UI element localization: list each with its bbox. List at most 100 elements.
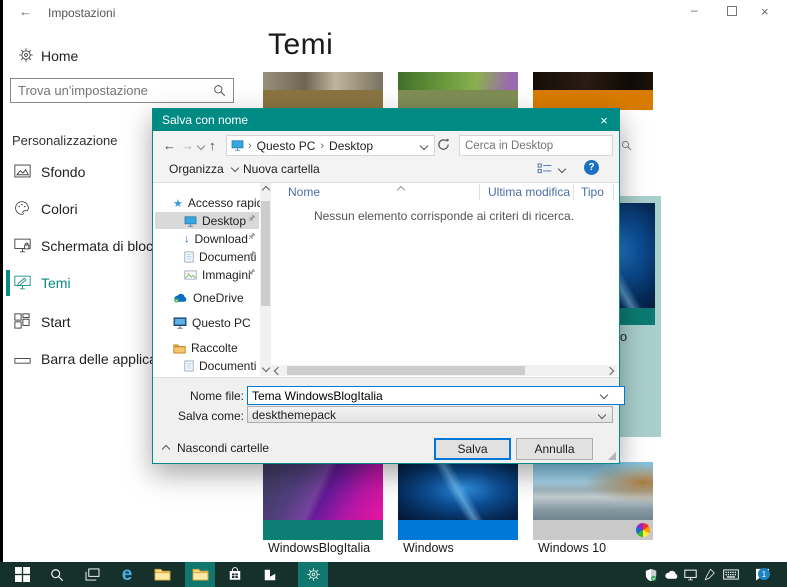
breadcrumb-questo-pc[interactable]: Questo PC — [252, 139, 321, 153]
colors-palette-icon — [14, 200, 30, 216]
dialog-titlebar[interactable]: Salva con nome × — [153, 109, 619, 131]
organize-menu-button[interactable]: Organizza — [169, 162, 240, 176]
savetype-combo[interactable]: deskthemepack — [247, 406, 613, 423]
theme-card-row1-1[interactable] — [263, 72, 383, 110]
address-dropdown-icon[interactable] — [419, 141, 429, 150]
theme-card-windowsblogitalia[interactable] — [263, 462, 383, 540]
list-scrollbar[interactable] — [271, 365, 617, 376]
page-title: Temi — [268, 28, 334, 61]
action-center-icon[interactable]: 1 — [750, 562, 774, 587]
start-button[interactable] — [8, 562, 36, 587]
wallpaper-icon — [14, 164, 31, 178]
touch-keyboard-icon[interactable] — [719, 562, 743, 587]
empty-folder-message: Nessun elemento corrisponde ai criteri d… — [313, 209, 575, 223]
theme-thumbnail-image — [398, 72, 518, 90]
resize-grip[interactable] — [608, 452, 616, 460]
help-icon[interactable]: ? — [584, 160, 599, 175]
lockscreen-icon — [14, 238, 31, 253]
dialog-title: Salva con nome — [162, 113, 249, 127]
theme-name-label: WindowsBlogItalia — [268, 541, 371, 555]
column-divider[interactable] — [613, 184, 614, 200]
scrollbar-thumb[interactable] — [261, 201, 270, 306]
sidebar-item-home[interactable]: Home — [41, 48, 78, 64]
theme-color-bar — [263, 520, 383, 540]
windows-logo-icon — [14, 567, 30, 582]
sidebar-item-schermata-di-blocco[interactable]: Schermata di blocco — [41, 238, 168, 254]
nav-item-documenti-library[interactable]: Documenti — [184, 358, 256, 374]
this-pc-icon — [173, 317, 187, 329]
store-icon[interactable] — [222, 562, 248, 587]
scroll-up-icon[interactable] — [261, 185, 271, 195]
nav-item-onedrive[interactable]: OneDrive — [173, 290, 244, 306]
column-divider[interactable] — [479, 184, 480, 200]
settings-back-button[interactable]: ← — [19, 5, 32, 18]
theme-card-windows10[interactable] — [533, 462, 653, 540]
scroll-down-icon[interactable] — [261, 363, 271, 373]
file-explorer-icon[interactable] — [149, 562, 175, 587]
scroll-left-icon[interactable] — [273, 366, 283, 375]
pen-ink-icon[interactable] — [700, 562, 718, 587]
new-folder-button[interactable]: Nuova cartella — [243, 162, 320, 176]
start-tiles-icon — [14, 313, 30, 329]
active-explorer-window-button[interactable] — [185, 562, 215, 587]
download-icon: ↓ — [184, 233, 190, 245]
media-app-icon[interactable] — [257, 562, 283, 587]
theme-card-windows[interactable] — [398, 462, 518, 540]
minimize-button[interactable]: – — [691, 4, 698, 16]
theme-color-bar — [263, 90, 383, 110]
onedrive-tray-icon[interactable] — [662, 562, 680, 587]
theme-thumbnail-image — [398, 462, 518, 520]
column-header-nome[interactable]: Nome — [288, 185, 320, 199]
dialog-forward-button[interactable]: → — [181, 138, 194, 153]
nav-item-documenti[interactable]: Documenti — [184, 249, 256, 265]
nav-item-questo-pc[interactable]: Questo PC — [173, 315, 251, 331]
nav-item-quick-access[interactable]: ★ Accesso rapido — [173, 195, 270, 211]
dialog-close-icon[interactable]: × — [589, 109, 619, 131]
theme-thumbnail-image — [533, 462, 653, 520]
dialog-up-button[interactable]: ↑ — [209, 138, 216, 153]
sidebar-item-temi[interactable]: Temi — [41, 275, 71, 291]
nav-item-raccolte[interactable]: Raccolte — [173, 340, 238, 356]
breadcrumb-desktop[interactable]: Desktop — [324, 139, 378, 153]
close-button[interactable]: × — [761, 5, 769, 18]
network-icon[interactable] — [681, 562, 699, 587]
refresh-icon[interactable] — [437, 138, 450, 151]
edge-icon[interactable]: e — [114, 562, 140, 587]
color-wheel-icon — [636, 523, 650, 537]
savetype-label: Salva come: — [177, 409, 244, 423]
theme-card-row1-2[interactable] — [398, 72, 518, 110]
nav-item-download[interactable]: ↓ Download — [184, 231, 248, 247]
pin-icon — [247, 268, 256, 277]
dialog-back-button[interactable]: ← — [163, 138, 176, 153]
hide-folders-button[interactable]: Nascondi cartelle — [177, 441, 269, 455]
dialog-search-input[interactable] — [460, 138, 621, 153]
column-divider[interactable] — [573, 184, 574, 200]
scroll-right-icon[interactable] — [605, 366, 615, 375]
themes-icon — [14, 275, 31, 290]
sidebar-item-start[interactable]: Start — [41, 314, 71, 330]
taskbar-search-button[interactable] — [44, 562, 70, 587]
view-selector-icon[interactable] — [537, 163, 552, 174]
theme-card-row1-3[interactable] — [533, 72, 653, 110]
task-view-button[interactable] — [79, 562, 105, 587]
save-button[interactable]: Salva — [434, 438, 511, 460]
settings-taskbar-button[interactable] — [298, 562, 328, 587]
nav-scrollbar[interactable] — [260, 183, 271, 376]
address-bar[interactable]: › Questo PC › Desktop — [226, 135, 435, 156]
cancel-button[interactable]: Annulla — [516, 438, 593, 460]
sidebar-item-sfondo[interactable]: Sfondo — [41, 164, 85, 180]
nav-item-desktop[interactable]: Desktop — [184, 213, 246, 229]
security-shield-icon[interactable] — [642, 562, 660, 587]
nav-item-immagini[interactable]: Immagini — [184, 267, 251, 283]
restore-button[interactable] — [727, 6, 737, 16]
sidebar-item-colori[interactable]: Colori — [41, 201, 78, 217]
document-icon — [184, 251, 194, 263]
selected-item-accent-bar — [6, 270, 10, 296]
scrollbar-thumb[interactable] — [287, 366, 525, 375]
filename-input[interactable] — [247, 386, 625, 405]
desktop-icon — [184, 215, 197, 227]
column-header-ultima-modifica[interactable]: Ultima modifica — [488, 185, 570, 199]
column-header-tipo[interactable]: Tipo — [581, 185, 604, 199]
settings-search-input[interactable] — [11, 83, 213, 98]
search-icon — [621, 140, 632, 151]
